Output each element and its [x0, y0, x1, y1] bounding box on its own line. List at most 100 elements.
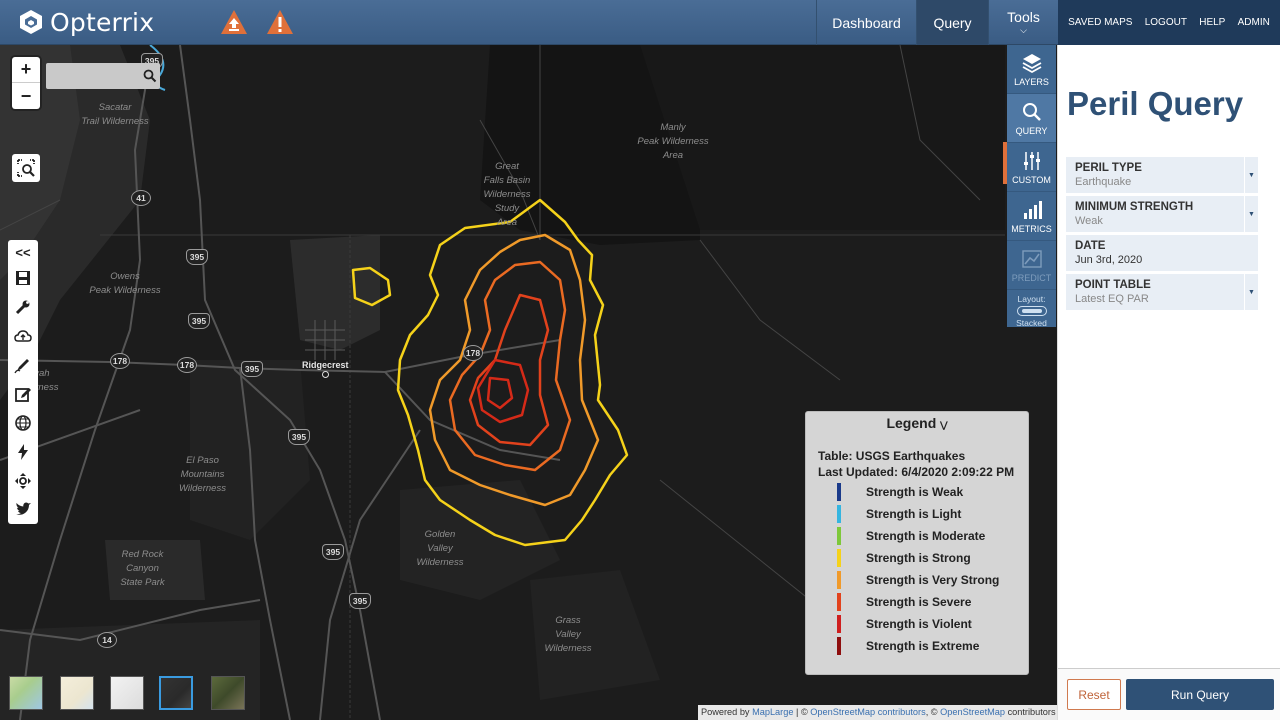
pencil-icon — [14, 359, 29, 374]
state-route-shield: 14 — [97, 632, 117, 648]
peril-type-select[interactable]: PERIL TYPE Earthquake — [1066, 157, 1258, 193]
legend-title: Legend — [886, 415, 937, 431]
osm-link[interactable]: OpenStreetMap — [940, 707, 1005, 717]
tab-predict[interactable]: PREDICT — [1007, 241, 1056, 290]
legend-swatch — [837, 549, 841, 567]
nav-tools[interactable]: Tools ⌵ — [988, 0, 1058, 45]
panel-footer: Reset Run Query — [1058, 668, 1280, 720]
reset-button[interactable]: Reset — [1067, 679, 1121, 710]
basemap-dark-thumbnail[interactable] — [159, 676, 193, 710]
attribution-suffix: contributors — [1005, 707, 1056, 717]
highway-shield: 395 — [349, 593, 371, 609]
globe-button[interactable] — [10, 408, 36, 437]
wrench-button[interactable] — [10, 293, 36, 322]
sliders-icon — [1023, 152, 1040, 170]
search-icon — [1022, 103, 1041, 121]
search-icon[interactable] — [143, 69, 157, 83]
field-label: DATE — [1075, 240, 1106, 252]
basemap-gray-thumbnail[interactable] — [110, 676, 144, 710]
edit-note-icon — [15, 387, 31, 402]
state-route-shield: 178 — [177, 357, 197, 373]
legend-item: Strength is Severe — [837, 593, 971, 611]
save-button[interactable] — [10, 264, 36, 293]
state-route-shield: 178 — [110, 353, 130, 369]
help-link[interactable]: HELP — [1199, 17, 1225, 28]
saved-maps-link[interactable]: SAVED MAPS — [1068, 17, 1132, 28]
map-label: Red Rock Canyon State Park — [120, 549, 165, 588]
zoom-in-button[interactable]: + — [12, 57, 40, 83]
map-label: Manly Peak Wilderness Area — [637, 122, 709, 161]
move-arrows-icon — [15, 472, 31, 489]
attribution-prefix: Powered by — [701, 707, 753, 717]
chevron-down-icon[interactable]: ▼ — [1244, 157, 1258, 193]
tab-query-label: QUERY — [1015, 126, 1048, 136]
pan-button[interactable] — [10, 466, 36, 495]
tab-query[interactable]: QUERY — [1007, 94, 1056, 143]
osm-contributors-link[interactable]: OpenStreetMap contributors — [810, 707, 925, 717]
admin-link[interactable]: ADMIN — [1238, 17, 1270, 28]
wrench-icon — [15, 300, 30, 315]
legend-last-updated: Last Updated: 6/4/2020 2:09:22 PM — [818, 465, 1015, 479]
app-logo[interactable]: Opterrix — [18, 6, 154, 38]
chevron-down-icon[interactable]: ▼ — [1244, 274, 1258, 310]
cloud-upload-button[interactable] — [10, 322, 36, 351]
basemap-streets-thumbnail[interactable] — [9, 676, 43, 710]
legend-item: Strength is Very Strong — [837, 571, 999, 589]
legend-item-label: Strength is Very Strong — [866, 573, 1000, 587]
basemap-light-thumbnail[interactable] — [60, 676, 94, 710]
lightning-button[interactable] — [10, 437, 36, 466]
legend-header[interactable]: Legend ⋁ — [806, 415, 1028, 435]
user-links: SAVED MAPS LOGOUT HELP ADMIN — [1058, 0, 1280, 45]
edit-button[interactable] — [10, 379, 36, 408]
field-label: PERIL TYPE — [1075, 162, 1142, 174]
toolbar-collapse-button[interactable]: << — [10, 242, 36, 264]
layout-value: Stacked — [1016, 318, 1047, 328]
map-label: Owens Peak Wilderness — [89, 271, 161, 296]
zoom-to-area-button[interactable] — [12, 154, 40, 182]
tab-custom[interactable]: CUSTOM — [1007, 143, 1056, 192]
layout-toggle[interactable] — [1016, 306, 1047, 316]
nav-dashboard[interactable]: Dashboard — [816, 0, 916, 45]
main-nav: Dashboard Query Tools ⌵ — [816, 0, 1058, 45]
point-table-select[interactable]: POINT TABLE Latest EQ PAR — [1066, 274, 1258, 310]
field-label: POINT TABLE — [1075, 279, 1151, 291]
twitter-button[interactable] — [10, 495, 36, 524]
alert-warning-icon[interactable] — [266, 9, 294, 35]
minimum-strength-select[interactable]: MINIMUM STRENGTH Weak — [1066, 196, 1258, 232]
date-field[interactable]: DATE Jun 3rd, 2020 — [1066, 235, 1258, 271]
globe-icon — [15, 415, 31, 431]
legend-item: Strength is Light — [837, 505, 961, 523]
legend-swatch — [837, 637, 841, 655]
map-label: Golden Valley Wilderness — [416, 529, 464, 568]
layout-toggle-knob — [1021, 309, 1042, 313]
legend-swatch — [837, 527, 841, 545]
legend-item: Strength is Moderate — [837, 527, 985, 545]
layers-icon — [1022, 54, 1041, 74]
map-label: Sacatar Trail Wilderness — [81, 102, 149, 127]
zoom-out-button[interactable]: − — [12, 83, 40, 109]
state-route-shield: 178 — [463, 345, 483, 361]
chevron-down-icon[interactable]: ▼ — [1244, 196, 1258, 232]
panel-title: Peril Query — [1067, 85, 1244, 122]
legend-swatch — [837, 571, 841, 589]
maplarge-link[interactable]: MapLarge — [752, 707, 793, 717]
field-value: Latest EQ PAR — [1075, 293, 1149, 305]
legend-table-name: Table: USGS Earthquakes — [818, 449, 966, 463]
tab-layers[interactable]: LAYERS — [1007, 45, 1056, 94]
city-marker-icon — [322, 371, 329, 378]
legend-item-label: Strength is Severe — [866, 595, 972, 609]
attribution-sep: | © — [793, 707, 811, 717]
run-query-button[interactable]: Run Query — [1126, 679, 1274, 710]
field-label: MINIMUM STRENGTH — [1075, 201, 1194, 213]
highway-shield: 395 — [241, 361, 263, 377]
highway-shield: 395 — [188, 313, 210, 329]
draw-button[interactable] — [10, 351, 36, 380]
basemap-satellite-thumbnail[interactable] — [211, 676, 245, 710]
map-legend: Legend ⋁ Table: USGS Earthquakes Last Up… — [805, 411, 1029, 675]
upload-warning-icon[interactable] — [220, 9, 248, 35]
tab-metrics[interactable]: METRICS — [1007, 192, 1056, 241]
nav-query[interactable]: Query — [916, 0, 988, 45]
save-icon — [16, 271, 30, 286]
query-panel: Peril Query PERIL TYPE Earthquake ▼ MINI… — [1057, 45, 1280, 720]
logout-link[interactable]: LOGOUT — [1145, 17, 1187, 28]
